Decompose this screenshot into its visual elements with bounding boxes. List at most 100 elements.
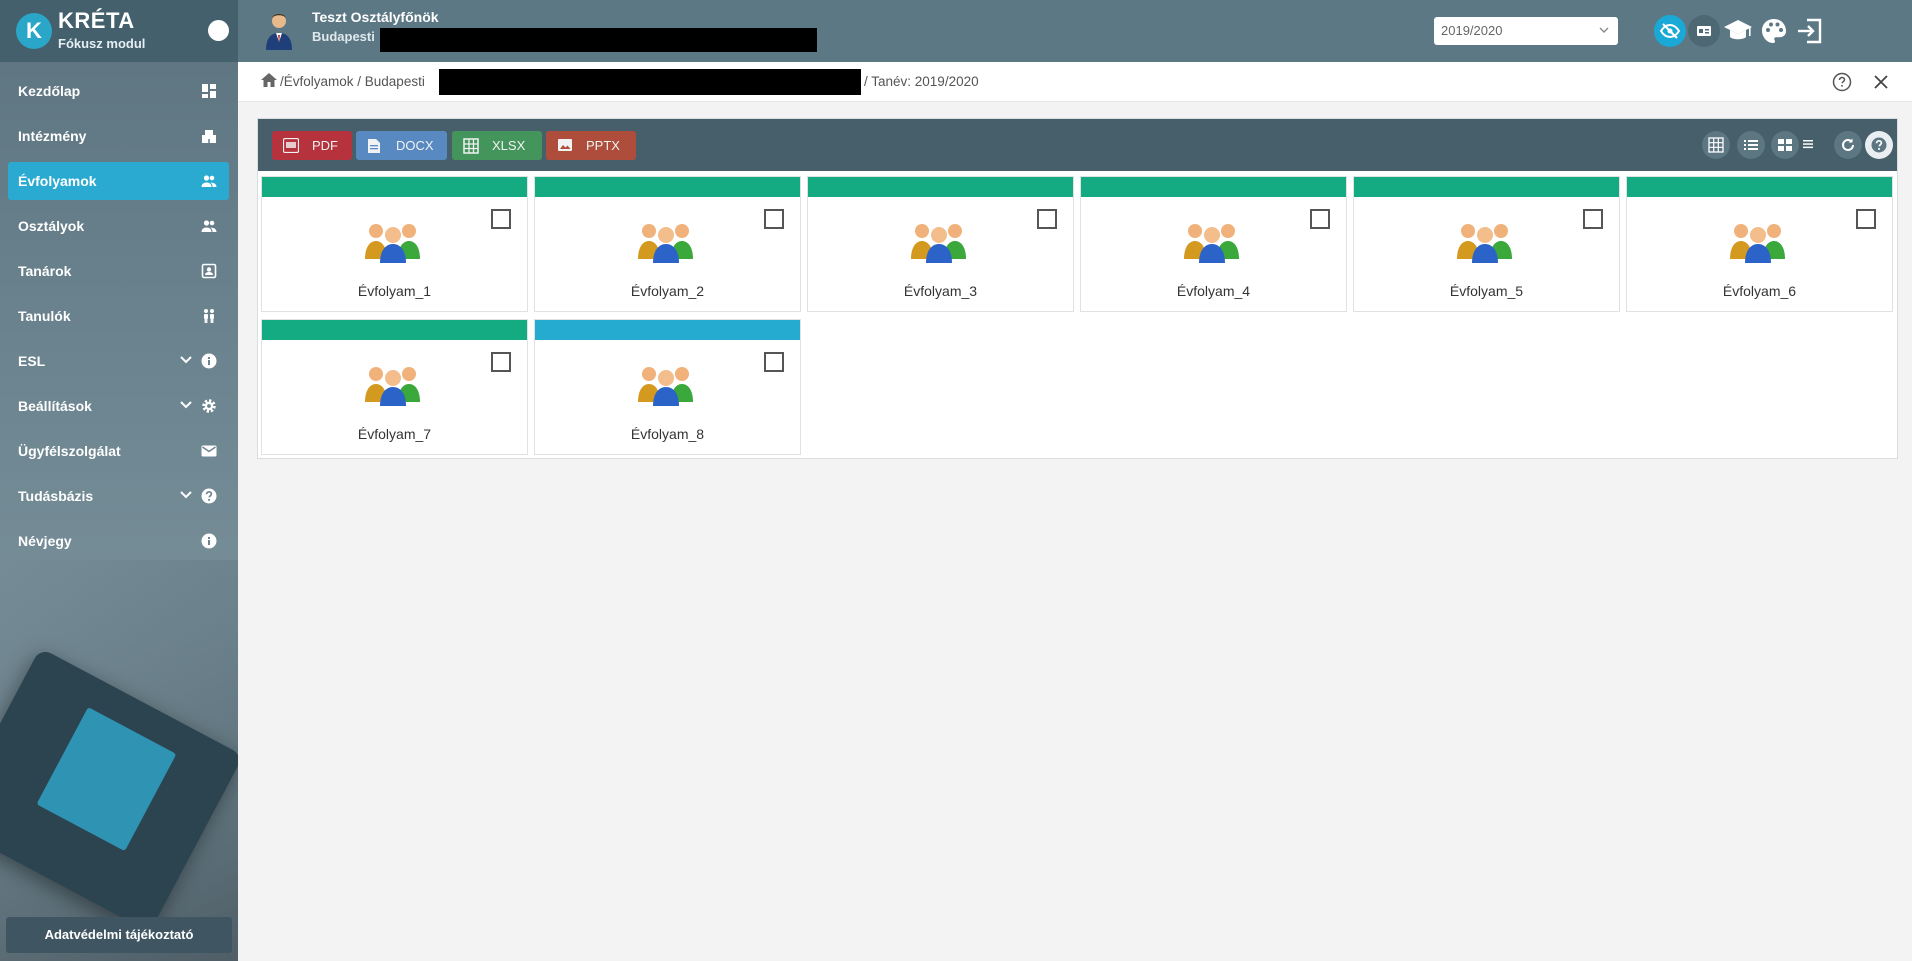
tile-color-bar	[1354, 177, 1619, 197]
export-xlsx-button[interactable]: XLSX	[452, 131, 542, 160]
group-people-icon	[911, 224, 966, 263]
tile-checkbox[interactable]	[1310, 209, 1330, 229]
grade-tile[interactable]: Évfolyam_5	[1353, 176, 1620, 312]
sidebar-item-ugyfelszolgalat[interactable]: Ügyfélszolgálat	[8, 432, 229, 470]
export-docx-button[interactable]: DOCX	[356, 131, 447, 160]
privacy-notice-button[interactable]: Adatvédelmi tájékoztató	[6, 917, 232, 953]
tile-checkbox[interactable]	[764, 352, 784, 372]
sidebar-toggle-button[interactable]	[208, 20, 229, 41]
user-name: Teszt Osztályfőnök	[312, 9, 439, 25]
home-icon[interactable]	[260, 71, 278, 89]
chevron-down-icon	[180, 491, 192, 499]
tile-checkbox[interactable]	[491, 209, 511, 229]
palette-icon[interactable]	[1758, 15, 1790, 47]
tile-checkbox[interactable]	[1037, 209, 1057, 229]
app-subtitle: Fókusz modul	[58, 36, 146, 51]
refresh-button[interactable]	[1834, 131, 1862, 159]
people-icon	[201, 220, 217, 232]
group-people-icon	[365, 224, 420, 263]
sidebar-item-label: Kezdőlap	[18, 83, 81, 99]
export-toolbar: PDF DOCX XLSX PPTX	[258, 119, 1897, 171]
tile-checkbox[interactable]	[491, 352, 511, 372]
grade-tile[interactable]: Évfolyam_1	[261, 176, 528, 312]
sidebar-item-kezdolap[interactable]: Kezdőlap	[8, 72, 229, 110]
breadcrumb: /Évfolyamok / Budapesti / Tanév: 2019/20…	[238, 62, 1912, 102]
sidebar-item-label: Évfolyamok	[18, 173, 97, 189]
grade-tile[interactable]: Évfolyam_2	[534, 176, 801, 312]
tile-checkbox[interactable]	[1583, 209, 1603, 229]
grade-tile[interactable]: Évfolyam_8	[534, 319, 801, 455]
refresh-icon	[1842, 138, 1854, 151]
sidebar-item-tanulok[interactable]: Tanulók	[8, 297, 229, 335]
group-people-icon	[365, 367, 420, 406]
tile-name: Évfolyam_6	[1722, 283, 1797, 299]
sidebar-item-beallitasok[interactable]: Beállítások	[8, 387, 229, 425]
tile-name: Évfolyam_5	[1449, 283, 1524, 299]
breadcrumb-year: / Tanév: 2019/2020	[864, 74, 979, 89]
sidebar-item-tudasbazis[interactable]: Tudásbázis	[8, 477, 229, 515]
grades-panel: PDF DOCX XLSX PPTX Évfolyam_1 Évfolyam_2…	[257, 118, 1898, 459]
grade-tile[interactable]: Évfolyam_7	[261, 319, 528, 455]
question-icon	[1871, 137, 1887, 153]
tile-checkbox[interactable]	[1856, 209, 1876, 229]
info-icon	[201, 353, 217, 369]
students-icon	[204, 309, 214, 323]
export-pptx-button[interactable]: PPTX	[546, 131, 636, 160]
chevron-down-icon	[180, 356, 192, 364]
tile-color-bar	[1627, 177, 1892, 197]
hide-eye-icon[interactable]	[1654, 15, 1686, 47]
sidebar-item-label: Tanárok	[18, 263, 72, 279]
school-year-select[interactable]: 2019/2020	[1434, 17, 1618, 45]
contact-card-icon	[201, 263, 217, 279]
group-people-icon	[1457, 224, 1512, 263]
school-year-value: 2019/2020	[1441, 23, 1503, 38]
id-card-icon[interactable]	[1688, 15, 1720, 47]
logout-icon[interactable]	[1794, 15, 1826, 47]
export-xlsx-label: XLSX	[492, 138, 526, 153]
sidebar-item-label: Tanulók	[18, 308, 71, 324]
grade-tile[interactable]: Évfolyam_3	[807, 176, 1074, 312]
help-button[interactable]	[1865, 131, 1893, 159]
user-school: Budapesti	[312, 29, 375, 44]
building-icon	[202, 130, 216, 143]
list-view-button[interactable]	[1737, 131, 1765, 159]
help-circle-icon[interactable]	[1832, 72, 1852, 92]
tile-view-button[interactable]	[1771, 131, 1799, 159]
breadcrumb-path[interactable]: /Évfolyamok / Budapesti	[280, 74, 425, 89]
tile-color-bar	[1081, 177, 1346, 197]
chevron-down-icon	[1599, 27, 1609, 33]
menu-lines-icon[interactable]	[1803, 139, 1813, 149]
tile-color-bar	[262, 177, 527, 197]
sidebar-item-intezmeny[interactable]: Intézmény	[8, 117, 229, 155]
chevron-down-icon	[180, 401, 192, 409]
tile-name: Évfolyam_8	[630, 426, 705, 442]
sidebar-nav: Kezdőlap Intézmény Évfolyamok Osztályok …	[0, 72, 238, 567]
close-icon[interactable]	[1873, 74, 1889, 90]
sidebar-item-evfolyamok[interactable]: Évfolyamok	[8, 162, 229, 200]
tablet-illustration	[0, 647, 238, 933]
gear-icon	[202, 399, 216, 413]
tile-name: Évfolyam_3	[903, 283, 978, 299]
sidebar: K KRÉTA Fókusz modul Kezdőlap Intézmény …	[0, 0, 238, 961]
grade-tile[interactable]: Évfolyam_4	[1080, 176, 1347, 312]
group-people-icon	[638, 367, 693, 406]
sidebar-item-esl[interactable]: ESL	[8, 342, 229, 380]
grid-icon	[1708, 137, 1724, 153]
export-pdf-button[interactable]: PDF	[272, 131, 352, 160]
export-pptx-label: PPTX	[586, 138, 620, 153]
sidebar-item-label: Osztályok	[18, 218, 85, 234]
sidebar-item-nevjegy[interactable]: Névjegy	[8, 522, 229, 560]
sidebar-item-osztalyok[interactable]: Osztályok	[8, 207, 229, 245]
sidebar-item-label: Ügyfélszolgálat	[18, 443, 121, 459]
graduation-cap-icon[interactable]	[1722, 15, 1754, 47]
tile-color-bar	[262, 320, 527, 340]
grid-view-button[interactable]	[1702, 131, 1730, 159]
tile-name: Évfolyam_7	[357, 426, 432, 442]
redacted-area	[439, 69, 861, 95]
group-people-icon	[1184, 224, 1239, 263]
tile-name: Évfolyam_1	[357, 283, 432, 299]
grade-tile[interactable]: Évfolyam_6	[1626, 176, 1893, 312]
brand-header: K KRÉTA Fókusz modul	[0, 0, 238, 62]
sidebar-item-tanarok[interactable]: Tanárok	[8, 252, 229, 290]
tile-checkbox[interactable]	[764, 209, 784, 229]
